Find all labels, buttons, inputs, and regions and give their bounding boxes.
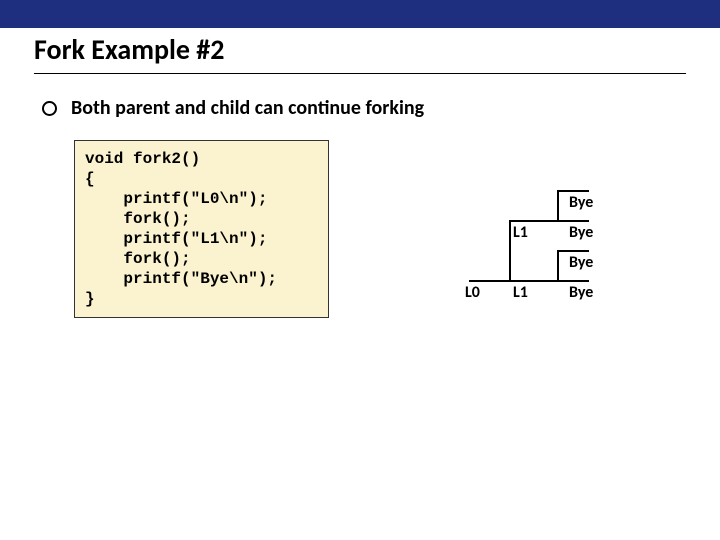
seg [509,220,511,280]
label-Bye4: Bye [569,283,593,302]
label-L0: L0 [465,283,480,302]
content-row: void fork2() { printf("L0\n"); fork(); p… [0,140,720,318]
slide-title: Fork Example #2 [34,32,720,67]
label-Bye1: Bye [569,193,593,212]
seg [509,220,589,222]
top-color-bar [0,0,720,28]
seg [557,190,589,192]
title-rule [34,73,686,74]
seg [557,190,559,220]
label-Bye2: Bye [569,223,593,242]
code-box: void fork2() { printf("L0\n"); fork(); p… [74,140,329,318]
bullet-icon [42,101,57,116]
seg [469,280,589,282]
bullet-text: Both parent and child can continue forki… [71,96,424,120]
seg [557,250,589,252]
label-Bye3: Bye [569,253,593,272]
label-L1b: L1 [513,283,528,302]
bullet-row: Both parent and child can continue forki… [42,96,720,120]
fork-diagram: L0 L1 L1 Bye Bye Bye Bye [429,170,629,300]
seg [557,250,559,280]
label-L1a: L1 [513,223,528,242]
